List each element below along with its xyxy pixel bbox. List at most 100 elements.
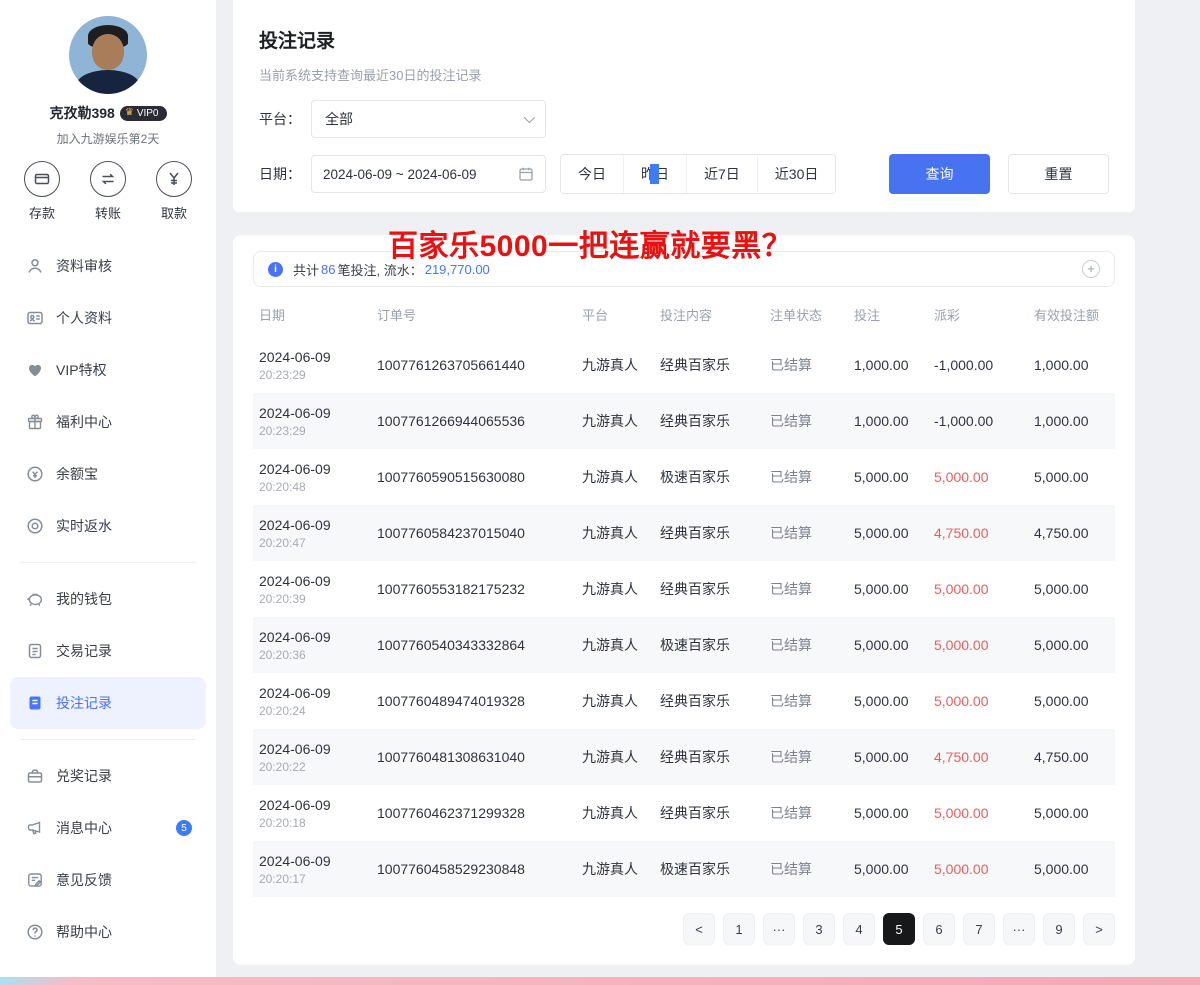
- cell-status: 已结算: [770, 523, 854, 543]
- search-button[interactable]: 查询: [889, 154, 990, 194]
- plus-circle-icon[interactable]: [1082, 260, 1100, 278]
- bet-date: 2024-06-09: [259, 349, 377, 365]
- cell-payout: 5,000.00: [934, 861, 1034, 877]
- id-card-icon: [26, 309, 44, 327]
- avatar-shape: [92, 34, 124, 70]
- page-button[interactable]: 7: [963, 913, 995, 945]
- sidebar: 克孜勒398 ♛VIP0 加入九游娱乐第2天 存款 转账 取款 资料审核: [0, 0, 216, 985]
- cell-bet-amount: 5,000.00: [854, 805, 934, 821]
- summary-prefix: 共计: [293, 260, 319, 279]
- bet-date: 2024-06-09: [259, 629, 377, 645]
- cell-bet-amount: 5,000.00: [854, 749, 934, 765]
- column-header: 投注: [854, 305, 934, 324]
- cell-valid-amount: 5,000.00: [1034, 805, 1109, 821]
- bottom-edge-artifact: [0, 977, 1200, 985]
- sidebar-item-rebate[interactable]: 实时返水: [10, 500, 206, 552]
- withdraw-icon: [156, 161, 192, 197]
- withdraw-button[interactable]: 取款: [156, 161, 192, 222]
- column-header: 注单状态: [770, 305, 854, 324]
- sidebar-item-help-center[interactable]: 帮助中心: [10, 906, 206, 958]
- bet-time: 20:20:24: [259, 704, 377, 718]
- transfer-icon: [90, 161, 126, 197]
- sidebar-item-welfare[interactable]: 福利中心: [10, 396, 206, 448]
- column-header: 投注内容: [660, 305, 770, 324]
- chevron-down-icon: [524, 112, 535, 123]
- sidebar-item-prize-records[interactable]: 兑奖记录: [10, 750, 206, 802]
- unread-count-badge: 5: [176, 820, 192, 836]
- sidebar-item-transactions[interactable]: 交易记录: [10, 625, 206, 677]
- quick-actions: 存款 转账 取款: [0, 147, 216, 226]
- prev-page-button[interactable]: [683, 913, 715, 945]
- sidebar-item-label: 意见反馈: [56, 870, 112, 890]
- cell-bet-content: 极速百家乐: [660, 859, 770, 879]
- cell-valid-amount: 1,000.00: [1034, 413, 1109, 429]
- page-buttons: 1 ··· 3 4 5 6 7 ··· 9: [723, 913, 1075, 945]
- cell-platform: 九游真人: [582, 747, 660, 767]
- piggy-bank-icon: [26, 590, 44, 608]
- bet-date: 2024-06-09: [259, 573, 377, 589]
- transfer-button[interactable]: 转账: [90, 161, 126, 222]
- vip-badge-label: VIP0: [137, 108, 159, 119]
- cell-platform: 九游真人: [582, 691, 660, 711]
- range-today-button[interactable]: 今日: [561, 155, 623, 193]
- column-header: 派彩: [934, 305, 1034, 324]
- page-button[interactable]: ···: [1003, 913, 1035, 945]
- cell-order-number: 1007761266944065536: [377, 413, 582, 429]
- page-button[interactable]: 9: [1043, 913, 1075, 945]
- cell-status: 已结算: [770, 747, 854, 767]
- sidebar-item-bet-records[interactable]: 投注记录: [10, 677, 206, 729]
- table-row: 2024-06-09 20:20:17 1007760458529230848 …: [253, 841, 1115, 897]
- range-30days-button[interactable]: 近30日: [757, 155, 836, 193]
- cell-date: 2024-06-09 20:20:17: [259, 853, 377, 886]
- cell-valid-amount: 4,750.00: [1034, 749, 1109, 765]
- filter-actions: 查询 重置: [889, 154, 1109, 194]
- range-yesterday-button[interactable]: 昨日: [623, 155, 686, 193]
- cell-bet-amount: 1,000.00: [854, 357, 934, 373]
- date-range-picker[interactable]: 2024-06-09 ~ 2024-06-09: [311, 155, 546, 193]
- cell-status: 已结算: [770, 579, 854, 599]
- heart-icon: [26, 361, 44, 379]
- bet-time: 20:20:36: [259, 648, 377, 662]
- cell-bet-content: 经典百家乐: [660, 747, 770, 767]
- table-body: 2024-06-09 20:23:29 1007761263705661440 …: [253, 337, 1115, 897]
- reset-button[interactable]: 重置: [1008, 154, 1109, 194]
- cell-bet-content: 经典百家乐: [660, 355, 770, 375]
- cell-date: 2024-06-09 20:20:47: [259, 517, 377, 550]
- cell-bet-content: 经典百家乐: [660, 803, 770, 823]
- cell-bet-amount: 5,000.00: [854, 693, 934, 709]
- sidebar-item-message-center[interactable]: 消息中心 5: [10, 802, 206, 854]
- bet-time: 20:20:22: [259, 760, 377, 774]
- cell-valid-amount: 5,000.00: [1034, 861, 1109, 877]
- avatar: [69, 16, 147, 94]
- page-button[interactable]: 4: [843, 913, 875, 945]
- cell-bet-content: 经典百家乐: [660, 411, 770, 431]
- page-button[interactable]: 5: [883, 913, 915, 945]
- page-button[interactable]: 6: [923, 913, 955, 945]
- pagination: 1 ··· 3 4 5 6 7 ··· 9: [253, 913, 1115, 945]
- bet-date: 2024-06-09: [259, 461, 377, 477]
- platform-select[interactable]: 全部: [311, 100, 546, 138]
- cell-bet-amount: 5,000.00: [854, 581, 934, 597]
- table-row: 2024-06-09 20:23:29 1007761266944065536 …: [253, 393, 1115, 449]
- cell-date: 2024-06-09 20:20:36: [259, 629, 377, 662]
- sidebar-item-personal-info[interactable]: 个人资料: [10, 292, 206, 344]
- coin-icon: [26, 465, 44, 483]
- sidebar-item-profile-review[interactable]: 资料审核: [10, 240, 206, 292]
- bet-time: 20:20:47: [259, 536, 377, 550]
- sidebar-item-feedback[interactable]: 意见反馈: [10, 854, 206, 906]
- deposit-button[interactable]: 存款: [24, 161, 60, 222]
- page-button[interactable]: 3: [803, 913, 835, 945]
- bet-date: 2024-06-09: [259, 405, 377, 421]
- next-page-button[interactable]: [1083, 913, 1115, 945]
- column-header: 平台: [582, 305, 660, 324]
- cell-bet-content: 极速百家乐: [660, 635, 770, 655]
- sidebar-item-vip[interactable]: VIP特权: [10, 344, 206, 396]
- range-7days-button[interactable]: 近7日: [686, 155, 757, 193]
- page-button[interactable]: 1: [723, 913, 755, 945]
- sidebar-item-wallet[interactable]: 我的钱包: [10, 573, 206, 625]
- bet-date: 2024-06-09: [259, 517, 377, 533]
- cell-platform: 九游真人: [582, 803, 660, 823]
- sidebar-item-yuebao[interactable]: 余额宝: [10, 448, 206, 500]
- page-button[interactable]: ···: [763, 913, 795, 945]
- table-row: 2024-06-09 20:20:36 1007760540343332864 …: [253, 617, 1115, 673]
